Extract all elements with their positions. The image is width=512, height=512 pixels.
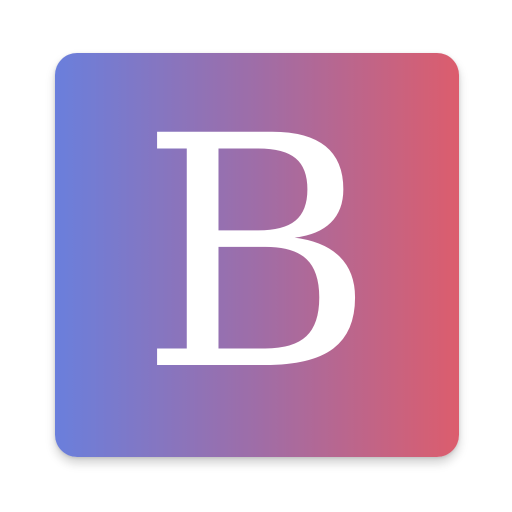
- canvas: B: [0, 0, 512, 512]
- letter-b-glyph: B: [139, 69, 375, 441]
- app-icon[interactable]: B: [55, 53, 459, 457]
